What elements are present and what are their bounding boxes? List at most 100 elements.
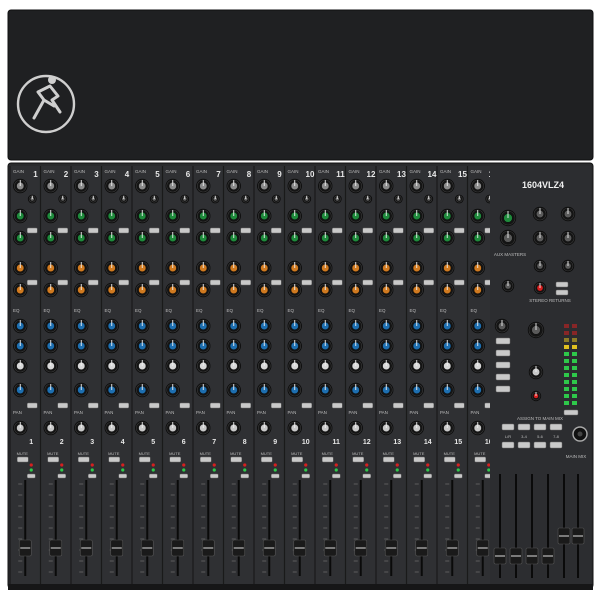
eq-knob: [287, 318, 302, 334]
signal-led: [29, 468, 33, 472]
solo-button: [301, 473, 310, 479]
source-button: [495, 337, 511, 345]
mute-button: [17, 456, 29, 463]
pan-label: PAN: [349, 410, 358, 415]
eq-knob: [135, 358, 150, 374]
fader-slot: [451, 480, 454, 576]
channel-number-top: 8: [247, 170, 252, 179]
eq-knob: [409, 338, 424, 354]
aux-send-knob: [287, 230, 302, 246]
overload-led: [456, 463, 460, 467]
eq-in-button: [57, 402, 68, 409]
pan-knob: [74, 420, 89, 436]
signal-led: [426, 468, 430, 472]
fader-slot: [359, 480, 362, 576]
source-button: [495, 373, 511, 381]
low-cut-knob: [424, 194, 434, 204]
aux-send-knob: [470, 282, 485, 298]
mute-label: MUTE: [352, 451, 364, 456]
eq-in-button: [332, 402, 343, 409]
solo-button: [271, 473, 280, 479]
aux-send-knob: [135, 208, 150, 224]
aux-master-knob: [560, 206, 576, 222]
return-knob: [533, 281, 547, 295]
gain-knob: [104, 178, 119, 194]
aux-send-knob: [196, 230, 211, 246]
pan-label: PAN: [318, 410, 327, 415]
assign-button: [549, 423, 563, 431]
return-button: [555, 289, 569, 296]
meter-button: [563, 409, 579, 416]
pre-post-button: [240, 227, 251, 234]
mute-button: [108, 456, 120, 463]
solo-button: [179, 473, 188, 479]
eq-in-button: [362, 402, 373, 409]
overload-led: [334, 463, 338, 467]
aux-send-knob: [318, 208, 333, 224]
meter-led: [564, 394, 569, 398]
solo-button: [149, 473, 158, 479]
eq-knob: [409, 358, 424, 374]
signal-led: [456, 468, 460, 472]
aux-send-knob: [226, 282, 241, 298]
mute-label: MUTE: [383, 451, 395, 456]
fader-slot: [268, 480, 271, 576]
overload-led: [365, 463, 369, 467]
aux-send-knob: [379, 208, 394, 224]
aux-send-knob: [409, 282, 424, 298]
aux-send-knob: [440, 260, 455, 276]
eq-label: EQ: [379, 308, 386, 313]
channel-number-top: 2: [64, 170, 69, 179]
channel-number-bottom: 1: [29, 439, 33, 446]
solo-button: [118, 473, 127, 479]
gain-knob: [196, 178, 211, 194]
pan-knob: [196, 420, 211, 436]
signal-led: [90, 468, 94, 472]
eq-knob: [196, 338, 211, 354]
eq-label: EQ: [257, 308, 264, 313]
pre-post-button: [149, 279, 160, 286]
stereo-returns-label: STEREO RETURNS: [529, 298, 571, 303]
assign-button: [549, 441, 563, 449]
aux-send-knob: [379, 282, 394, 298]
solo-button: [362, 473, 371, 479]
low-cut-knob: [332, 194, 342, 204]
main-mix-label: MAIN MIX: [566, 454, 587, 459]
fader-slot: [176, 480, 179, 576]
aux-send-knob: [287, 282, 302, 298]
eq-knob: [348, 382, 363, 398]
aux-send-knob: [409, 230, 424, 246]
mute-label: MUTE: [291, 451, 303, 456]
aux-send-knob: [104, 282, 119, 298]
aux-send-knob: [226, 230, 241, 246]
pan-knob: [135, 420, 150, 436]
pre-post-button: [57, 227, 68, 234]
eq-knob: [409, 382, 424, 398]
aux-send-knob: [226, 260, 241, 276]
aux-send-knob: [43, 282, 58, 298]
channel-number-bottom: 4: [121, 439, 125, 446]
pan-knob: [318, 420, 333, 436]
meter-led: [564, 359, 569, 363]
aux-send-knob: [43, 208, 58, 224]
pan-knob: [409, 420, 424, 436]
eq-knob: [104, 358, 119, 374]
eq-knob: [257, 318, 272, 334]
meter-led: [572, 338, 577, 342]
aux-send-knob: [43, 260, 58, 276]
phones-knob: [527, 321, 545, 339]
eq-knob: [43, 382, 58, 398]
signal-led: [304, 468, 308, 472]
pan-label: PAN: [288, 410, 297, 415]
gain-knob: [409, 178, 424, 194]
eq-knob: [257, 382, 272, 398]
mute-label: MUTE: [444, 451, 456, 456]
pan-label: PAN: [257, 410, 266, 415]
overload-led: [304, 463, 308, 467]
eq-in-button: [88, 402, 99, 409]
channel-number-bottom: 7: [212, 439, 216, 446]
channel-number-bottom: 13: [393, 439, 401, 446]
low-cut-knob: [119, 194, 129, 204]
channel-number-top: 11: [336, 170, 345, 179]
pan-knob: [13, 420, 28, 436]
